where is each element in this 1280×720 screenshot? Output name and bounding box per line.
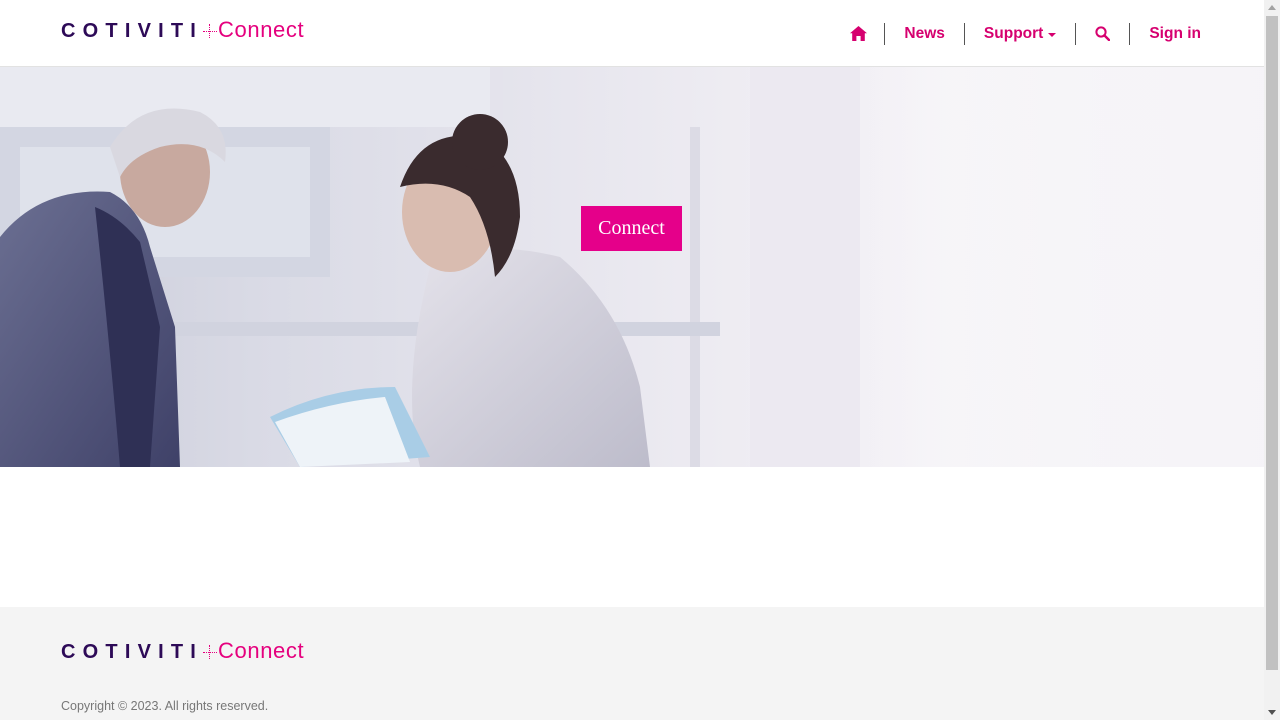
logo-product-text: Connect: [218, 17, 305, 42]
logo-brand-text: COTIVITI: [61, 20, 204, 42]
logo-plus-mark: [203, 21, 218, 41]
scroll-up-arrow-icon[interactable]: [1268, 5, 1276, 10]
caret-down-icon: [1048, 32, 1057, 37]
nav-support-label: Support: [983, 24, 1044, 42]
scrollbar-thumb[interactable]: [1266, 16, 1278, 670]
main-nav: News Support Sign in: [850, 0, 1201, 67]
page: COTIVITI Connect News Support Sign in Co…: [0, 0, 1264, 720]
vertical-scrollbar[interactable]: [1264, 0, 1280, 720]
nav-signin-link[interactable]: Sign in: [1129, 22, 1201, 45]
home-icon: [850, 26, 868, 41]
hero-banner: Connect: [0, 67, 1264, 467]
nav-news-link[interactable]: News: [884, 22, 964, 45]
nav-support-dropdown[interactable]: Support: [963, 22, 1075, 45]
header-logo[interactable]: COTIVITI Connect: [61, 17, 305, 42]
logo-plus-mark: [203, 642, 218, 662]
connect-button[interactable]: Connect: [581, 206, 682, 251]
search-icon: [1095, 26, 1111, 41]
copyright-text: Copyright © 2023. All rights reserved.: [61, 699, 269, 713]
logo-brand-text: COTIVITI: [61, 641, 204, 663]
nav-search-button[interactable]: [1075, 22, 1129, 45]
site-header: COTIVITI Connect News Support Sign in: [0, 0, 1264, 67]
hero-background-image: [0, 67, 1264, 467]
site-footer: COTIVITI Connect Copyright © 2023. All r…: [0, 607, 1264, 720]
logo-product-text: Connect: [218, 638, 305, 663]
footer-logo[interactable]: COTIVITI Connect: [61, 638, 305, 663]
nav-home-link[interactable]: [850, 23, 884, 45]
scroll-down-arrow-icon[interactable]: [1268, 710, 1276, 715]
